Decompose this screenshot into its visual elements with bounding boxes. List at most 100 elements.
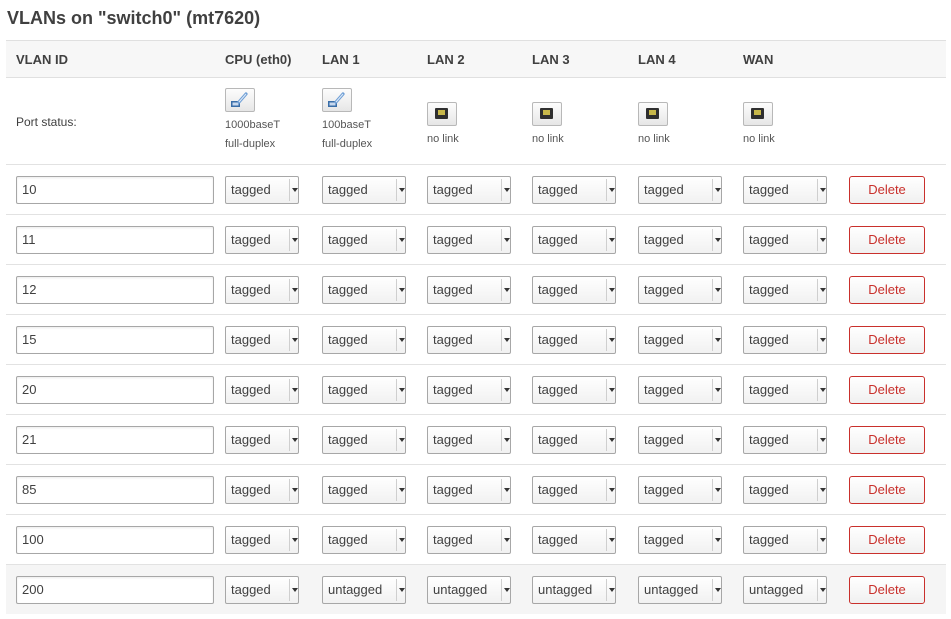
port-speed-1: 100baseT (322, 119, 371, 131)
port-mode-select[interactable]: tagged (225, 375, 299, 404)
port-mode-select[interactable]: tagged (638, 425, 722, 454)
port-mode-select[interactable]: untagged (743, 575, 827, 604)
port-mode-value: tagged (749, 231, 789, 247)
port-mode-select[interactable]: tagged (743, 175, 827, 204)
port-mode-select[interactable]: tagged (638, 475, 722, 504)
port-mode-value: tagged (433, 381, 473, 397)
port-mode-select[interactable]: untagged (427, 575, 511, 604)
chevron-down-icon (817, 178, 826, 201)
port-status-2: no link (427, 101, 532, 149)
vlan-id-input[interactable] (16, 275, 214, 304)
port-mode-select[interactable]: tagged (532, 325, 616, 354)
port-mode-select[interactable]: tagged (532, 225, 616, 254)
port-mode-select[interactable]: tagged (225, 275, 299, 304)
port-mode-select[interactable]: tagged (638, 375, 722, 404)
port-mode-select[interactable]: tagged (427, 175, 511, 204)
vlan-id-input[interactable] (16, 525, 214, 554)
vlan-id-input[interactable] (16, 325, 214, 354)
vlan-id-input[interactable] (16, 475, 214, 504)
port-mode-select[interactable]: tagged (322, 275, 406, 304)
port-mode-select[interactable]: tagged (427, 225, 511, 254)
port-mode-select[interactable]: tagged (225, 175, 299, 204)
port-mode-select[interactable]: tagged (427, 425, 511, 454)
port-status-row: Port status: 1000baseT full-duplex 100base… (6, 77, 946, 165)
port-mode-select[interactable]: tagged (322, 325, 406, 354)
chevron-down-icon (501, 278, 510, 301)
port-mode-select[interactable]: untagged (322, 575, 406, 604)
port-mode-select[interactable]: tagged (743, 225, 827, 254)
port-mode-select[interactable]: untagged (638, 575, 722, 604)
port-mode-select[interactable]: tagged (225, 575, 299, 604)
vlan-id-input[interactable] (16, 575, 214, 604)
port-mode-value: tagged (538, 331, 578, 347)
vlan-id-input[interactable] (16, 225, 214, 254)
delete-button[interactable]: Delete (849, 525, 925, 554)
port-duplex-0: full-duplex (225, 138, 276, 150)
port-mode-select[interactable]: tagged (322, 475, 406, 504)
port-status-label: Port status: (16, 114, 77, 129)
delete-button[interactable]: Delete (849, 275, 925, 304)
vlan-id-input[interactable] (16, 425, 214, 454)
port-mode-select[interactable]: tagged (225, 525, 299, 554)
port-mode-select[interactable]: tagged (427, 525, 511, 554)
chevron-down-icon (712, 178, 721, 201)
port-mode-value: tagged (328, 181, 368, 197)
port-mode-select[interactable]: untagged (532, 575, 616, 604)
delete-button[interactable]: Delete (849, 475, 925, 504)
port-mode-select[interactable]: tagged (322, 175, 406, 204)
port-mode-select[interactable]: tagged (532, 275, 616, 304)
chevron-down-icon (712, 528, 721, 551)
port-status-5: no link (743, 101, 849, 149)
delete-button[interactable]: Delete (849, 225, 925, 254)
chevron-down-icon (289, 378, 298, 401)
delete-button[interactable]: Delete (849, 175, 925, 204)
port-mode-select[interactable]: tagged (225, 425, 299, 454)
port-status-3: no link (532, 101, 638, 149)
port-mode-select[interactable]: tagged (743, 325, 827, 354)
port-mode-select[interactable]: tagged (532, 175, 616, 204)
vlan-row: tagged tagged tagged tagged tagged tagged Dele… (6, 414, 946, 465)
port-mode-select[interactable]: tagged (225, 475, 299, 504)
port-mode-select[interactable]: tagged (322, 375, 406, 404)
port-mode-value: tagged (231, 181, 271, 197)
port-mode-select[interactable]: tagged (638, 275, 722, 304)
chevron-down-icon (501, 578, 510, 601)
port-mode-select[interactable]: tagged (743, 525, 827, 554)
port-mode-select[interactable]: tagged (743, 375, 827, 404)
vlan-id-input[interactable] (16, 175, 214, 204)
chevron-down-icon (606, 328, 615, 351)
port-mode-select[interactable]: tagged (427, 475, 511, 504)
port-mode-select[interactable]: tagged (532, 375, 616, 404)
port-mode-value: tagged (749, 181, 789, 197)
port-mode-select[interactable]: tagged (532, 425, 616, 454)
vlan-row: tagged tagged tagged tagged tagged tagged Dele… (6, 264, 946, 315)
port-mode-select[interactable]: tagged (638, 225, 722, 254)
delete-button[interactable]: Delete (849, 425, 925, 454)
delete-button[interactable]: Delete (849, 325, 925, 354)
port-mode-select[interactable]: tagged (743, 425, 827, 454)
vlan-id-input[interactable] (16, 375, 214, 404)
delete-button[interactable]: Delete (849, 575, 925, 604)
port-mode-select[interactable]: tagged (427, 325, 511, 354)
port-mode-select[interactable]: tagged (743, 275, 827, 304)
chevron-down-icon (817, 278, 826, 301)
port-mode-value: tagged (328, 481, 368, 497)
column-header-actions (849, 40, 946, 78)
port-mode-select[interactable]: tagged (638, 325, 722, 354)
port-mode-select[interactable]: tagged (532, 525, 616, 554)
port-mode-select[interactable]: tagged (638, 175, 722, 204)
chevron-down-icon (712, 328, 721, 351)
port-mode-select[interactable]: tagged (322, 225, 406, 254)
port-mode-select[interactable]: tagged (225, 325, 299, 354)
chevron-down-icon (396, 578, 405, 601)
delete-button[interactable]: Delete (849, 375, 925, 404)
port-mode-select[interactable]: tagged (427, 275, 511, 304)
port-mode-select[interactable]: tagged (638, 525, 722, 554)
port-mode-select[interactable]: tagged (532, 475, 616, 504)
port-mode-select[interactable]: tagged (225, 225, 299, 254)
port-mode-select[interactable]: tagged (743, 475, 827, 504)
port-mode-select[interactable]: tagged (322, 525, 406, 554)
port-mode-select[interactable]: tagged (322, 425, 406, 454)
vlan-row: tagged untagged untagged untagged untagged un… (6, 564, 946, 614)
port-mode-select[interactable]: tagged (427, 375, 511, 404)
